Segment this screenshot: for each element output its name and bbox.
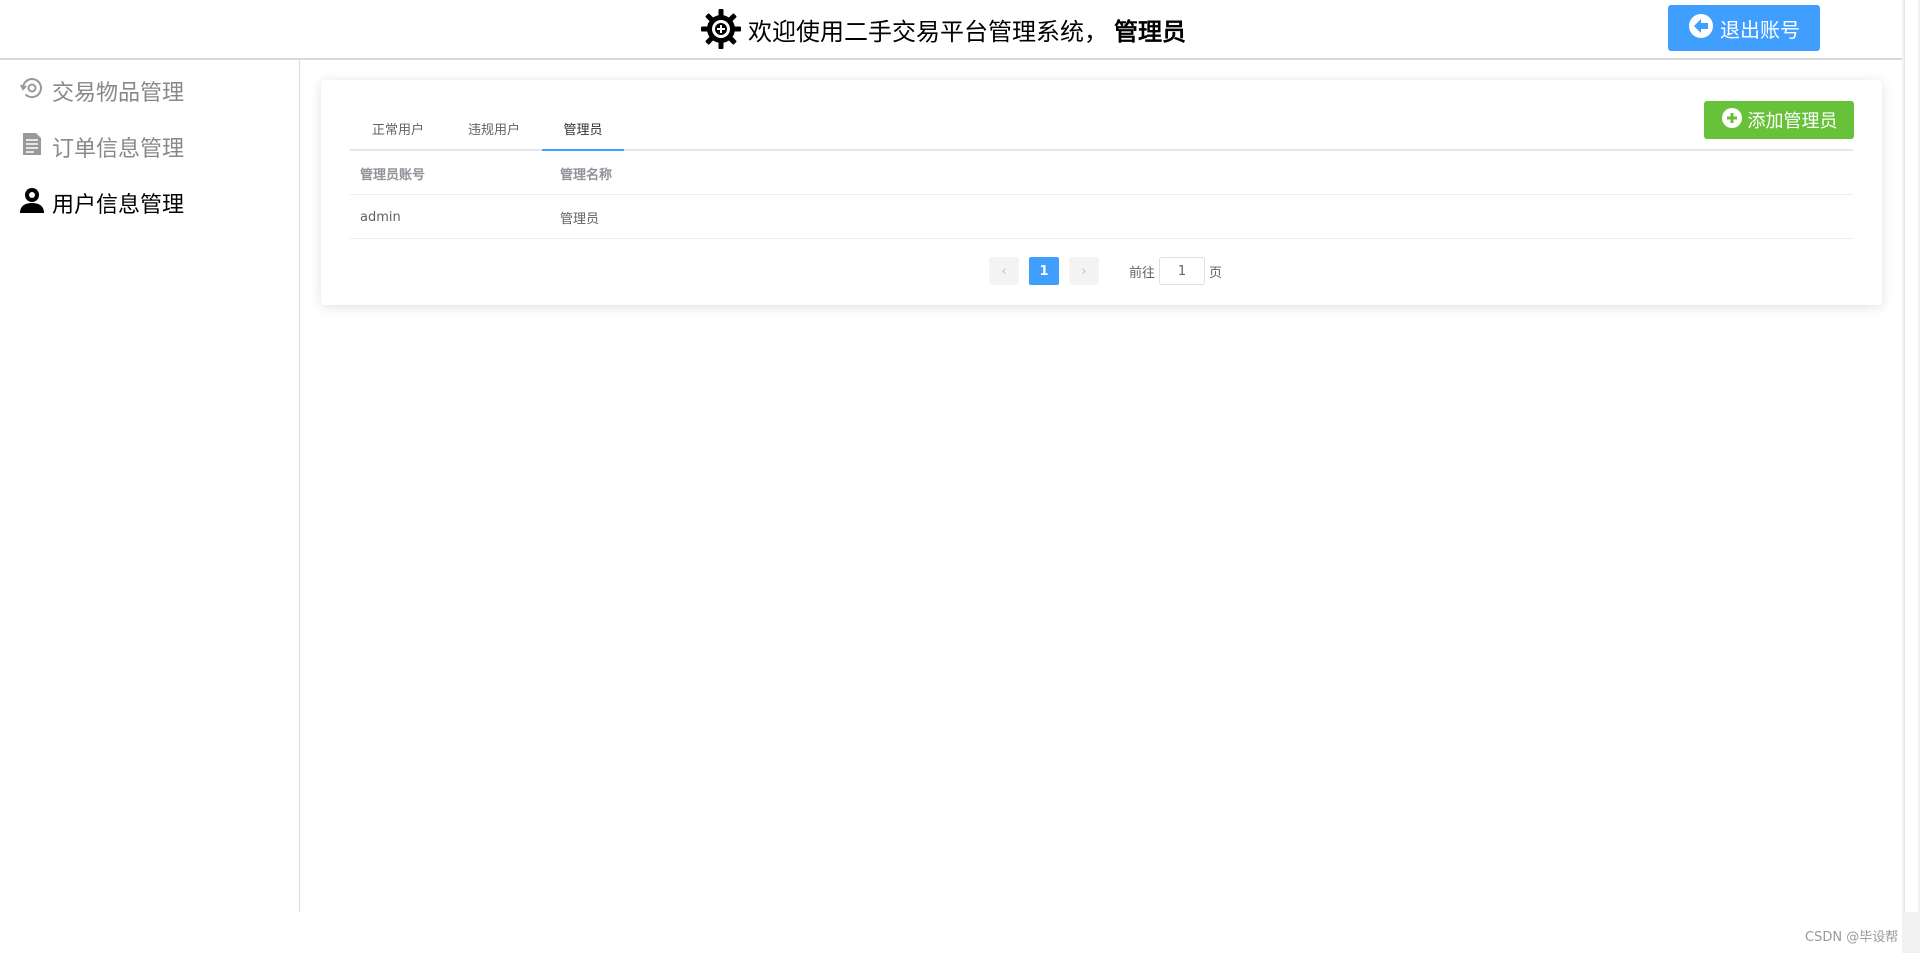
watermark: CSDN @毕设帮 [1805,930,1899,945]
add-admin-button[interactable]: 添加管理员 [1704,101,1854,139]
document-icon [18,130,46,164]
page-jumper: 前往 页 [1129,257,1222,285]
goods-icon [18,74,46,108]
tab-label: 正常用户 [371,122,424,138]
logout-button[interactable]: 退出账号 [1668,5,1820,51]
title-user: 管理员 [1114,17,1186,46]
sidebar-item-orders[interactable]: 订单信息管理 [18,130,184,164]
top-header: 欢迎使用二手交易平台管理系统， 管理员 退出账号 [0,0,1902,60]
logout-label: 退出账号 [1720,17,1800,42]
table-row[interactable]: admin 管理员 [350,195,1853,239]
tab-label: 管理员 [563,122,603,138]
page-title: 欢迎使用二手交易平台管理系统， 管理员 [700,7,1186,51]
sidebar: 交易物品管理 订单信息管理 用户信息管理 [0,60,300,912]
sidebar-item-label: 订单信息管理 [52,137,185,162]
sidebar-item-users[interactable]: 用户信息管理 [18,186,184,220]
cell-name: 管理员 [560,211,600,227]
chevron-right-icon: › [1081,263,1087,279]
scrollbar-thumb[interactable] [1904,0,1918,912]
page-number-button[interactable]: 1 [1029,257,1059,285]
next-page-button[interactable]: › [1069,257,1099,285]
sidebar-item-goods[interactable]: 交易物品管理 [18,74,184,108]
chevron-left-icon: ‹ [1001,263,1007,279]
arrow-left-icon [1688,13,1714,44]
tab-admins[interactable]: 管理员 [542,105,624,151]
content-card: 正常用户 违规用户 管理员 添加管理员 管理员账号 管理名称 admin 管理员 [321,80,1882,305]
tab-violation-users[interactable]: 违规用户 [446,105,542,151]
prev-page-button[interactable]: ‹ [989,257,1019,285]
add-circle-icon [1721,107,1743,134]
tab-normal-users[interactable]: 正常用户 [350,105,446,151]
tab-label: 违规用户 [467,122,520,138]
cell-account: admin [360,209,401,225]
column-header-account: 管理员账号 [360,167,426,183]
title-prefix: 欢迎使用二手交易平台管理系统， [748,17,1108,46]
goto-prefix: 前往 [1129,265,1156,281]
sidebar-item-label: 交易物品管理 [52,81,185,106]
gear-icon [700,8,742,50]
column-header-name: 管理名称 [560,167,613,183]
goto-suffix: 页 [1209,265,1223,281]
user-tabs: 正常用户 违规用户 管理员 [350,105,1853,151]
sidebar-item-label: 用户信息管理 [52,193,185,218]
goto-page-input[interactable] [1159,257,1206,285]
user-icon [18,186,46,220]
table-header-row: 管理员账号 管理名称 [350,151,1853,195]
pagination: ‹ 1 › 前往 页 [989,256,1222,286]
add-admin-label: 添加管理员 [1747,111,1838,132]
admin-table: 管理员账号 管理名称 admin 管理员 [350,151,1853,239]
